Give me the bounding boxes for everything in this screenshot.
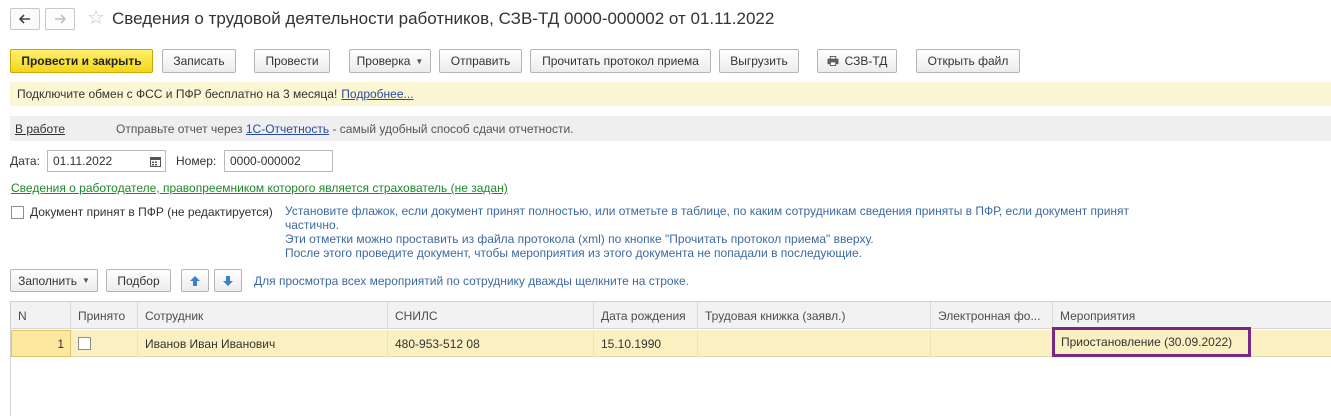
status-link[interactable]: В работе [15, 122, 65, 136]
reporting-service-link[interactable]: 1С-Отчетность [246, 122, 329, 136]
cell-employee[interactable]: Иванов Иван Иванович [138, 330, 388, 357]
arrow-right-icon [55, 14, 66, 24]
arrow-left-icon [19, 14, 30, 24]
accepted-checkbox-label: Документ принят в ПФР (не редактируется) [30, 205, 273, 219]
date-input[interactable]: 01.11.2022 [47, 150, 147, 172]
print-szv-button[interactable]: СЗВ-ТД [817, 49, 897, 73]
number-input[interactable]: 0000-000002 [224, 150, 333, 172]
employees-table[interactable]: N Принято Сотрудник СНИЛС Дата рождения … [10, 301, 1331, 416]
fill-button-label: Заполнить [18, 273, 77, 288]
col-events[interactable]: Мероприятия [1053, 302, 1331, 329]
cell-snils[interactable]: 480-953-512 08 [388, 330, 594, 357]
page-title: Сведения о трудовой деятельности работни… [112, 9, 775, 28]
star-icon[interactable]: ☆ [87, 6, 105, 30]
col-work-book[interactable]: Трудовая книжка (заявл.) [698, 302, 931, 329]
reporting-hint-prefix: Отправьте отчет через [116, 121, 243, 136]
col-n[interactable]: N [11, 302, 71, 329]
check-dropdown-button[interactable]: Проверка ▼ [349, 49, 431, 73]
instructions-line-2: Эти отметки можно проставить из файла пр… [285, 232, 874, 246]
promo-details-link[interactable]: Подробнее... [341, 87, 413, 101]
reporting-hint-suffix: - самый удобный способ сдачи отчетности. [332, 121, 574, 136]
fill-dropdown-button[interactable]: Заполнить ▼ [10, 269, 98, 292]
number-label: Номер: [176, 154, 217, 168]
arrow-up-icon [190, 275, 200, 286]
arrow-down-icon [223, 275, 233, 286]
events-highlight[interactable]: Приостановление (30.09.2022) [1052, 327, 1251, 357]
col-snils[interactable]: СНИЛС [388, 302, 594, 329]
post-and-close-button[interactable]: Провести и закрыть [10, 49, 153, 73]
read-protocol-button[interactable]: Прочитать протокол приема [530, 49, 711, 73]
instructions-line-1: Установите флажок, если документ принят … [285, 204, 1130, 232]
promo-text: Подключите обмен с ФСС и ПФР бесплатно н… [17, 87, 338, 101]
export-button[interactable]: Выгрузить [719, 49, 799, 73]
send-button[interactable]: Отправить [439, 49, 522, 73]
instructions-line-3: После этого проведите документ, чтобы ме… [285, 246, 862, 260]
cell-birth-date[interactable]: 15.10.1990 [594, 330, 698, 357]
print-szv-label: СЗВ-ТД [844, 54, 888, 68]
back-button[interactable] [10, 8, 40, 30]
table-header: N Принято Сотрудник СНИЛС Дата рождения … [11, 302, 1331, 329]
printer-icon [827, 56, 839, 66]
document-status-bar: В работе Отправьте отчет через 1С-Отчетн… [10, 116, 1331, 141]
col-accepted[interactable]: Принято [71, 302, 138, 329]
chevron-down-icon: ▼ [82, 276, 90, 285]
calendar-icon [150, 156, 161, 167]
move-down-button[interactable] [214, 269, 242, 292]
table-hint: Для просмотра всех мероприятий по сотруд… [254, 274, 689, 288]
cell-accepted[interactable] [71, 330, 138, 357]
date-label: Дата: [10, 154, 40, 168]
instructions-note: Установите флажок, если документ принят … [285, 204, 1145, 260]
cell-n[interactable]: 1 [11, 330, 71, 357]
col-birth-date[interactable]: Дата рождения [594, 302, 698, 329]
promo-infobar: Подключите обмен с ФСС и ПФР бесплатно н… [10, 82, 1331, 106]
move-up-button[interactable] [181, 269, 209, 292]
forward-button[interactable] [45, 8, 75, 30]
row-accepted-checkbox[interactable] [78, 337, 91, 350]
save-button[interactable]: Записать [162, 49, 236, 73]
cell-work-book[interactable] [698, 330, 931, 357]
check-button-label: Проверка [356, 54, 411, 68]
accepted-checkbox[interactable] [11, 206, 24, 219]
calendar-button[interactable] [146, 150, 166, 172]
col-electronic[interactable]: Электронная фо... [931, 302, 1053, 329]
select-button[interactable]: Подбор [106, 269, 171, 292]
post-button[interactable]: Провести [254, 49, 330, 73]
chevron-down-icon: ▼ [415, 56, 424, 66]
col-employee[interactable]: Сотрудник [138, 302, 388, 329]
employer-successor-link[interactable]: Сведения о работодателе, правопреемником… [11, 181, 508, 195]
open-file-button[interactable]: Открыть файл [916, 49, 1020, 73]
reporting-hint: Отправьте отчет через 1С-Отчетность - са… [116, 122, 573, 136]
cell-electronic[interactable] [931, 330, 1053, 357]
